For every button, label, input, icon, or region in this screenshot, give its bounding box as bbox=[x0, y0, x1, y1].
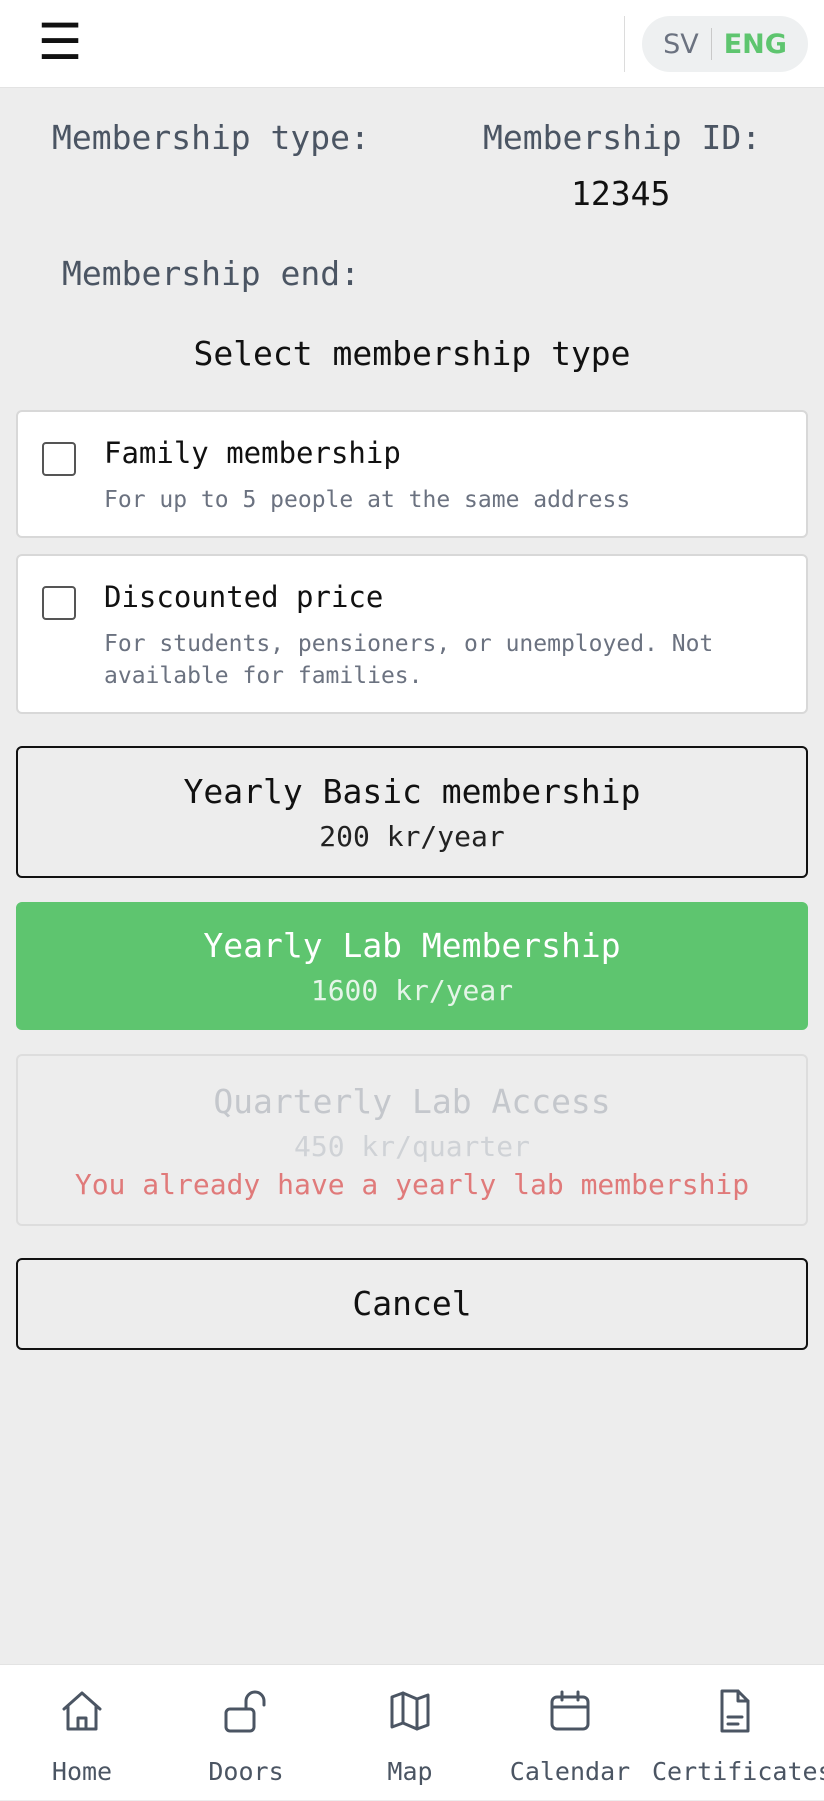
plan-price: 200 kr/year bbox=[319, 820, 505, 853]
plan-price: 1600 kr/year bbox=[310, 974, 514, 1007]
plan-name: Yearly Basic membership bbox=[183, 772, 641, 811]
nav-label-certificates: Certificates bbox=[652, 1757, 824, 1786]
family-membership-checkbox[interactable] bbox=[42, 442, 76, 476]
membership-id-value: 12345 bbox=[571, 174, 671, 213]
nav-item-home[interactable]: Home bbox=[0, 1665, 164, 1801]
membership-id-label: Membership ID: bbox=[483, 118, 762, 157]
plan-warning-message: You already have a yearly lab membership bbox=[74, 1168, 750, 1201]
nav-label-calendar: Calendar bbox=[509, 1757, 631, 1786]
membership-type-label: Membership type: bbox=[52, 118, 370, 157]
plan-name: Quarterly Lab Access bbox=[213, 1082, 611, 1121]
calendar-icon bbox=[550, 1690, 590, 1731]
nav-item-doors[interactable]: Doors bbox=[164, 1665, 328, 1801]
nav-label-home: Home bbox=[51, 1757, 113, 1786]
language-eng-button[interactable]: ENG bbox=[712, 29, 799, 60]
nav-label-doors: Doors bbox=[208, 1757, 284, 1786]
family-membership-description: For up to 5 people at the same address bbox=[104, 487, 631, 513]
discounted-price-description: For students, pensioners, or unemployed.… bbox=[104, 631, 714, 689]
family-membership-option[interactable]: Family membership For up to 5 people at … bbox=[16, 410, 808, 538]
top-header: ☰ SV ENG bbox=[0, 0, 824, 88]
plan-price: 450 kr/quarter bbox=[293, 1130, 530, 1163]
quarterly-lab-access-button-disabled: Quarterly Lab Access 450 kr/quarter You … bbox=[16, 1054, 808, 1226]
nav-item-certificates[interactable]: Certificates bbox=[652, 1665, 824, 1801]
select-membership-title: Select membership type bbox=[193, 334, 631, 373]
plan-name: Yearly Lab Membership bbox=[203, 926, 621, 965]
discounted-price-title: Discounted price bbox=[104, 580, 384, 614]
home-icon bbox=[62, 1691, 102, 1731]
discounted-price-checkbox[interactable] bbox=[42, 586, 76, 620]
hamburger-menu-icon[interactable]: ☰ bbox=[30, 14, 90, 70]
bottom-navigation: Home Doors Map Calendar Certificates bbox=[0, 1664, 824, 1800]
document-icon bbox=[720, 1689, 750, 1733]
yearly-basic-membership-button[interactable]: Yearly Basic membership 200 kr/year bbox=[16, 746, 808, 878]
nav-item-calendar[interactable]: Calendar bbox=[488, 1665, 652, 1801]
membership-end-label: Membership end: bbox=[62, 254, 361, 293]
language-sv-button[interactable]: SV bbox=[651, 29, 711, 60]
family-membership-title: Family membership bbox=[104, 436, 401, 470]
unlock-icon bbox=[224, 1690, 266, 1733]
yearly-lab-membership-button[interactable]: Yearly Lab Membership 1600 kr/year bbox=[16, 902, 808, 1030]
header-divider bbox=[624, 16, 625, 72]
language-switcher: SV ENG bbox=[642, 16, 808, 72]
discounted-price-option[interactable]: Discounted price For students, pensioner… bbox=[16, 554, 808, 714]
nav-label-map: Map bbox=[387, 1757, 433, 1786]
nav-item-map[interactable]: Map bbox=[328, 1665, 492, 1801]
cancel-button[interactable]: Cancel bbox=[16, 1258, 808, 1350]
map-icon bbox=[390, 1691, 430, 1731]
